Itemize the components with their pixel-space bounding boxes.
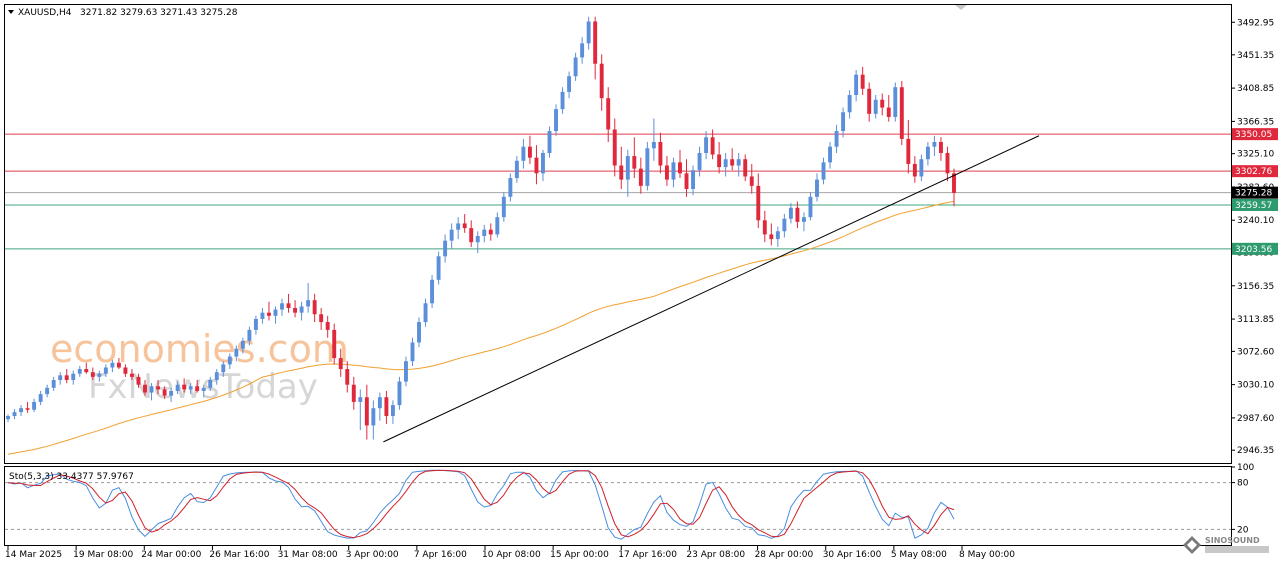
x-tick-label: 19 Mar 08:00 xyxy=(73,550,133,560)
time-axis[interactable]: 14 Mar 2025 19 Mar 08:00 24 Mar 00:00 26 Ma… xyxy=(5,546,1015,560)
symbol-label: XAUUSD,H4 xyxy=(18,8,72,18)
x-tick-label: 24 Mar 00:00 xyxy=(141,550,201,560)
x-tick-label: 5 May 08:00 xyxy=(891,550,947,560)
x-tick-label: 8 May 00:00 xyxy=(959,550,1015,560)
level-tag: 3302.76 xyxy=(1232,165,1278,178)
y-tick-label: 3240.10 xyxy=(1237,216,1274,226)
candle xyxy=(436,251,441,285)
y-tick-label: 3408.85 xyxy=(1237,84,1274,94)
y-tick-label: 2946.35 xyxy=(1237,446,1274,456)
sto-tick-label: 100 xyxy=(1237,463,1254,473)
level-tag-label: 3259.57 xyxy=(1235,201,1272,211)
level-tag-label: 3203.56 xyxy=(1235,245,1272,255)
x-tick-label: 30 Apr 16:00 xyxy=(823,550,882,560)
y-tick-label: 3156.35 xyxy=(1237,282,1274,292)
ohlc-readout: 3271.82 3279.63 3271.43 3275.28 xyxy=(80,8,238,18)
x-tick-label: 23 Apr 08:00 xyxy=(686,550,745,560)
watermark-fxnewstoday: FxNewsToday xyxy=(88,367,318,407)
x-tick-label: 14 Mar 2025 xyxy=(5,550,62,560)
candle xyxy=(554,104,558,136)
candle xyxy=(645,142,650,191)
level-tag: 3259.57 xyxy=(1232,198,1278,211)
y-tick-label: 3366.35 xyxy=(1237,117,1274,127)
x-tick-label: 31 Mar 08:00 xyxy=(278,550,338,560)
sto-tick-label: 80 xyxy=(1237,479,1249,489)
price-chart[interactable]: economies.com FxNewsToday XAUUSD,H4 3271… xyxy=(0,0,1280,567)
sto-tick-label: 20 xyxy=(1237,525,1249,535)
x-tick-label: 7 Apr 16:00 xyxy=(414,550,467,560)
stochastic-pane-frame xyxy=(4,466,1232,546)
watermark-economies: economies.com xyxy=(50,327,349,371)
level-tag: 3275.28 xyxy=(1232,186,1278,199)
y-tick-label: 2987.60 xyxy=(1237,414,1274,424)
y-tick-label: 3030.10 xyxy=(1237,381,1274,391)
level-tag-label: 3275.28 xyxy=(1235,189,1272,199)
price-axis[interactable]: 3492.953451.353408.853366.353325.103282.… xyxy=(1231,18,1274,456)
x-tick-label: 15 Apr 00:00 xyxy=(550,550,609,560)
chart-header: XAUUSD,H4 3271.82 3279.63 3271.43 3275.2… xyxy=(8,8,238,18)
y-tick-label: 3325.10 xyxy=(1237,150,1274,160)
level-tag: 3203.56 xyxy=(1232,242,1278,255)
stochastic-label: Sto(5,3,3) 33.4377 57.9767 xyxy=(9,472,134,482)
y-tick-label: 3451.35 xyxy=(1237,51,1274,61)
x-tick-label: 26 Mar 16:00 xyxy=(209,550,269,560)
level-tag-label: 3302.76 xyxy=(1235,167,1272,177)
y-tick-label: 3492.95 xyxy=(1237,18,1274,28)
candle xyxy=(547,126,552,158)
candle xyxy=(899,80,904,146)
logo-subtext-bar xyxy=(1205,546,1269,553)
y-tick-label: 3113.85 xyxy=(1237,315,1274,325)
x-tick-label: 3 Apr 00:00 xyxy=(346,550,399,560)
candle xyxy=(397,376,402,410)
y-tick-label: 3072.60 xyxy=(1237,347,1274,357)
level-tag-label: 3350.05 xyxy=(1235,130,1272,140)
level-tag: 3350.05 xyxy=(1232,128,1278,141)
x-tick-label: 17 Apr 16:00 xyxy=(618,550,677,560)
level-tags: 3350.05 3302.76 3275.28 3259.57 3203.56 xyxy=(1232,128,1278,255)
candle xyxy=(893,82,898,122)
x-tick-label: 28 Apr 00:00 xyxy=(755,550,814,560)
x-tick-label: 10 Apr 08:00 xyxy=(482,550,541,560)
logo-text: SINOSOUND xyxy=(1205,536,1260,545)
candle xyxy=(430,275,435,308)
